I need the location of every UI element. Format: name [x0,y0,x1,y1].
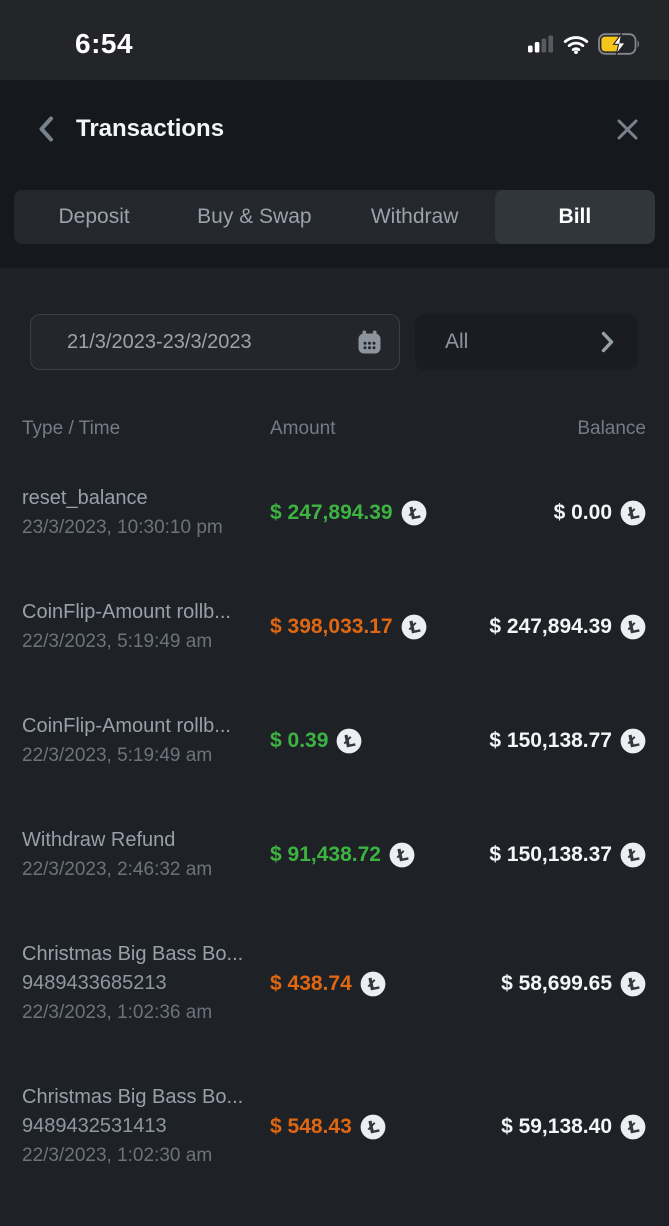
transaction-balance: $ 150,138.77 Ł [466,728,646,754]
app-screen: 6:54 [0,0,669,1200]
transaction-time: 22/3/2023, 1:02:36 am [22,998,262,1027]
transaction-amount: $ 548.43 Ł [270,1114,466,1140]
litecoin-coin-icon: Ł [620,728,646,754]
transaction-balance: $ 59,138.40 Ł [466,1114,646,1140]
calendar-icon [356,329,383,356]
battery-icon [598,33,641,55]
transaction-amount: $ 438.74 Ł [270,971,466,997]
table-header-row: Type / Time Amount Balance [0,418,669,440]
litecoin-coin-icon: Ł [401,500,427,526]
litecoin-coin-icon: Ł [620,500,646,526]
status-time: 6:54 [75,28,133,60]
litecoin-coin-icon: Ł [360,1114,386,1140]
transaction-time: 23/3/2023, 10:30:10 pm [22,513,262,542]
page-title: Transactions [76,115,612,143]
transaction-time: 22/3/2023, 5:19:49 am [22,741,262,770]
transaction-info: reset_balance 23/3/2023, 10:30:10 pm [22,484,270,542]
litecoin-coin-icon: Ł [389,842,415,868]
transaction-row[interactable]: Christmas Big Bass Bo... 9489432531413 2… [0,1083,669,1170]
transaction-amount: $ 0.39 Ł [270,728,466,754]
transaction-type: reset_balance [22,484,262,513]
tab-buy-swap[interactable]: Buy & Swap [174,190,334,244]
transaction-row[interactable]: reset_balance 23/3/2023, 10:30:10 pm $ 2… [0,484,669,542]
transaction-type: Withdraw Refund [22,826,262,855]
category-filter-select[interactable]: All [415,314,638,370]
category-filter-value: All [445,330,468,354]
transaction-id: 9489432531413 [22,1112,262,1141]
transaction-row[interactable]: CoinFlip-Amount rollb... 22/3/2023, 5:19… [0,712,669,770]
transaction-list: reset_balance 23/3/2023, 10:30:10 pm $ 2… [0,484,669,1170]
close-icon [616,118,639,141]
status-icons [528,33,641,55]
transaction-info: Withdraw Refund 22/3/2023, 2:46:32 am [22,826,270,884]
litecoin-coin-icon: Ł [336,728,362,754]
transaction-balance: $ 150,138.37 Ł [466,842,646,868]
litecoin-coin-icon: Ł [360,971,386,997]
transaction-balance: $ 58,699.65 Ł [466,971,646,997]
back-button[interactable] [36,112,56,146]
header-section: Transactions DepositBuy & SwapWithdrawBi… [0,80,669,268]
tab-deposit[interactable]: Deposit [14,190,174,244]
transaction-row[interactable]: Christmas Big Bass Bo... 9489433685213 2… [0,940,669,1027]
column-header-amount: Amount [270,418,466,440]
transaction-info: CoinFlip-Amount rollb... 22/3/2023, 5:19… [22,712,270,770]
transaction-info: CoinFlip-Amount rollb... 22/3/2023, 5:19… [22,598,270,656]
content: 21/3/2023-23/3/2023 A [0,268,669,1226]
transaction-balance: $ 0.00 Ł [466,500,646,526]
nav-header: Transactions [0,102,669,156]
transaction-id: 9489433685213 [22,969,262,998]
transaction-type: CoinFlip-Amount rollb... [22,712,262,741]
transaction-info: Christmas Big Bass Bo... 9489433685213 2… [22,940,270,1027]
date-range-field[interactable]: 21/3/2023-23/3/2023 [30,314,400,370]
litecoin-coin-icon: Ł [620,1114,646,1140]
litecoin-coin-icon: Ł [620,971,646,997]
transaction-time: 22/3/2023, 1:02:30 am [22,1141,262,1170]
close-button[interactable] [612,114,643,145]
tab-bill[interactable]: Bill [495,190,655,244]
filter-row: 21/3/2023-23/3/2023 A [30,314,638,370]
date-range-value: 21/3/2023-23/3/2023 [67,331,252,354]
chevron-left-icon [38,116,54,142]
transaction-row[interactable]: CoinFlip-Amount rollb... 22/3/2023, 5:19… [0,598,669,656]
chevron-right-icon [601,331,614,353]
column-header-balance: Balance [466,418,646,440]
status-bar: 6:54 [0,0,669,80]
tab-bar: DepositBuy & SwapWithdrawBill [14,190,655,244]
transaction-amount: $ 91,438.72 Ł [270,842,466,868]
transaction-amount: $ 398,033.17 Ł [270,614,466,640]
transaction-type: Christmas Big Bass Bo... [22,940,262,969]
transaction-row[interactable]: Withdraw Refund 22/3/2023, 2:46:32 am $ … [0,826,669,884]
cellular-signal-icon [528,35,554,53]
tab-withdraw[interactable]: Withdraw [335,190,495,244]
column-header-type-time: Type / Time [22,418,270,440]
transaction-balance: $ 247,894.39 Ł [466,614,646,640]
transaction-type: Christmas Big Bass Bo... [22,1083,262,1112]
transaction-time: 22/3/2023, 5:19:49 am [22,627,262,656]
transaction-info: Christmas Big Bass Bo... 9489432531413 2… [22,1083,270,1170]
litecoin-coin-icon: Ł [620,842,646,868]
litecoin-coin-icon: Ł [620,614,646,640]
wifi-icon [563,35,589,54]
transaction-type: CoinFlip-Amount rollb... [22,598,262,627]
transaction-time: 22/3/2023, 2:46:32 am [22,855,262,884]
litecoin-coin-icon: Ł [401,614,427,640]
transaction-amount: $ 247,894.39 Ł [270,500,466,526]
